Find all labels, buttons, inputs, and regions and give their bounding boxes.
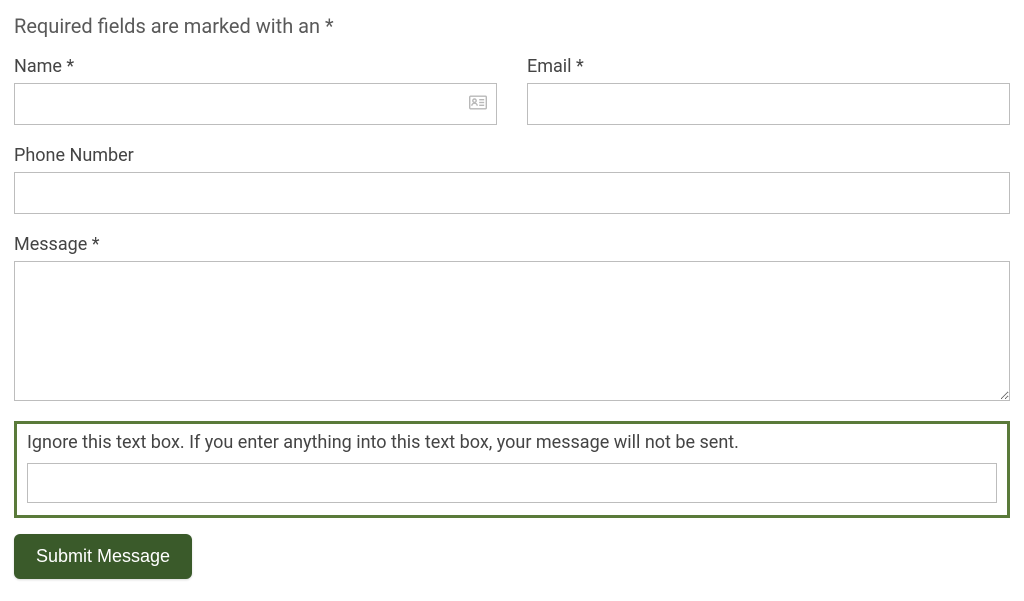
message-textarea[interactable] — [14, 261, 1010, 401]
email-input[interactable] — [527, 83, 1010, 125]
honeypot-instruction: Ignore this text box. If you enter anyth… — [27, 432, 997, 453]
email-label: Email * — [527, 56, 1010, 77]
name-field-group: Name * — [14, 56, 497, 125]
phone-field-group: Phone Number — [14, 145, 1010, 214]
required-fields-note: Required fields are marked with an * — [14, 14, 1010, 38]
honeypot-input[interactable] — [27, 463, 997, 503]
submit-button[interactable]: Submit Message — [14, 534, 192, 579]
message-field-group: Message * — [14, 234, 1010, 401]
email-field-group: Email * — [527, 56, 1010, 125]
honeypot-box: Ignore this text box. If you enter anyth… — [14, 421, 1010, 518]
name-input[interactable] — [14, 83, 497, 125]
phone-label: Phone Number — [14, 145, 1010, 166]
phone-input[interactable] — [14, 172, 1010, 214]
name-label: Name * — [14, 56, 497, 77]
message-label: Message * — [14, 234, 1010, 255]
